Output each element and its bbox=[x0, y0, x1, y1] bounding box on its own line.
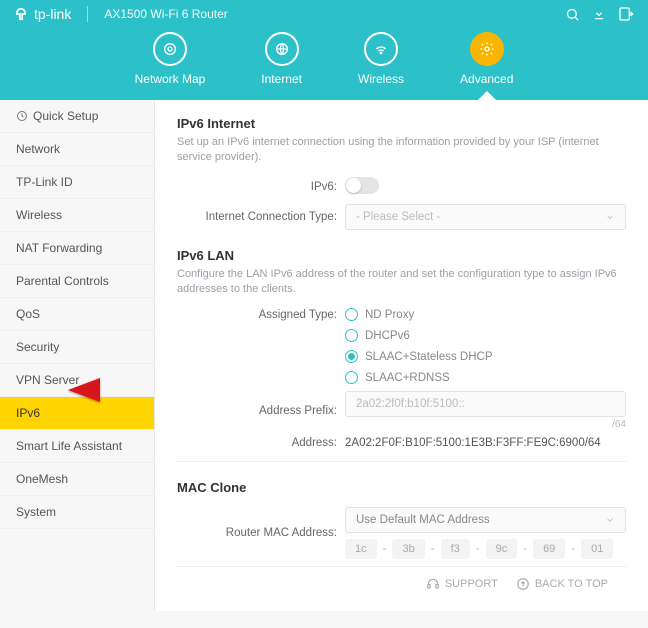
conn-type-label: Internet Connection Type: bbox=[177, 211, 345, 223]
main-nav: Network Map Internet Wireless Advanced bbox=[0, 28, 648, 100]
ipv6-toggle[interactable] bbox=[345, 177, 379, 194]
assigned-type-radios: ND Proxy DHCPv6 SLAAC+Stateless DHCP SLA… bbox=[345, 308, 626, 384]
back-to-top-button[interactable]: BACK TO TOP bbox=[516, 577, 608, 591]
clock-icon bbox=[16, 110, 28, 122]
mac-seg: 01 bbox=[581, 539, 613, 559]
nav-wireless[interactable]: Wireless bbox=[358, 32, 404, 86]
sidebar-item-network[interactable]: Network bbox=[0, 133, 154, 166]
brand-name: tp-link bbox=[34, 6, 71, 22]
nav-internet[interactable]: Internet bbox=[261, 32, 302, 86]
section-title: IPv6 Internet bbox=[177, 116, 626, 131]
prefix-label: Address Prefix: bbox=[177, 405, 345, 417]
sidebar-item-quick-setup[interactable]: Quick Setup bbox=[0, 100, 154, 133]
conn-type-select[interactable]: - Please Select - bbox=[345, 204, 626, 230]
section-desc: Configure the LAN IPv6 address of the ro… bbox=[177, 267, 626, 297]
section-ipv6-internet: IPv6 Internet Set up an IPv6 internet co… bbox=[177, 116, 626, 230]
radio-slaac-stateless[interactable]: SLAAC+Stateless DHCP bbox=[345, 350, 626, 363]
mac-segments: 1c- 3b- f3- 9c- 69- 01 bbox=[345, 539, 626, 559]
section-desc: Set up an IPv6 internet connection using… bbox=[177, 135, 626, 165]
address-value: 2A02:2F0F:B10F:5100:1E3B:F3FF:FE9C:6900/… bbox=[345, 437, 626, 449]
sidebar-item-tplink-id[interactable]: TP-Link ID bbox=[0, 166, 154, 199]
tplink-logo-icon bbox=[14, 7, 28, 21]
mac-label: Router MAC Address: bbox=[177, 527, 345, 539]
prefix-input[interactable]: 2a02:2f0f:b10f:5100:: bbox=[345, 391, 626, 417]
mac-seg: 3b bbox=[392, 539, 424, 559]
section-ipv6-lan: IPv6 LAN Configure the LAN IPv6 address … bbox=[177, 248, 626, 450]
address-label: Address: bbox=[177, 437, 345, 449]
sidebar-item-ipv6[interactable]: IPv6 bbox=[0, 397, 154, 430]
section-mac-clone: MAC Clone Router MAC Address: Use Defaul… bbox=[177, 480, 626, 559]
sidebar-item-onemesh[interactable]: OneMesh bbox=[0, 463, 154, 496]
support-button[interactable]: SUPPORT bbox=[426, 577, 498, 591]
sidebar-item-system[interactable]: System bbox=[0, 496, 154, 529]
brand: tp-link AX1500 Wi-Fi 6 Router bbox=[14, 6, 228, 22]
mac-select[interactable]: Use Default MAC Address bbox=[345, 507, 626, 533]
product-name: AX1500 Wi-Fi 6 Router bbox=[104, 7, 227, 21]
sidebar-item-vpn[interactable]: VPN Server bbox=[0, 364, 154, 397]
topbar: tp-link AX1500 Wi-Fi 6 Router Network Ma… bbox=[0, 0, 648, 100]
radio-slaac-rdnss[interactable]: SLAAC+RDNSS bbox=[345, 371, 626, 384]
chevron-down-icon bbox=[605, 515, 615, 525]
assigned-type-label: Assigned Type: bbox=[177, 308, 345, 321]
search-icon[interactable] bbox=[565, 7, 580, 22]
headset-icon bbox=[426, 577, 440, 591]
mac-seg: 69 bbox=[533, 539, 565, 559]
sidebar-item-smart-life[interactable]: Smart Life Assistant bbox=[0, 430, 154, 463]
arrow-up-icon bbox=[516, 577, 530, 591]
sidebar-item-nat[interactable]: NAT Forwarding bbox=[0, 232, 154, 265]
nav-network-map[interactable]: Network Map bbox=[135, 32, 206, 86]
sidebar-item-wireless[interactable]: Wireless bbox=[0, 199, 154, 232]
globe-icon bbox=[274, 41, 290, 57]
sidebar-item-security[interactable]: Security bbox=[0, 331, 154, 364]
sidebar-item-qos[interactable]: QoS bbox=[0, 298, 154, 331]
main-content: IPv6 Internet Set up an IPv6 internet co… bbox=[155, 100, 648, 611]
mac-seg: f3 bbox=[441, 539, 470, 559]
logout-icon[interactable] bbox=[618, 6, 634, 22]
sidebar: Quick Setup Network TP-Link ID Wireless … bbox=[0, 100, 155, 611]
chevron-down-icon bbox=[605, 212, 615, 222]
radio-nd-proxy[interactable]: ND Proxy bbox=[345, 308, 626, 321]
prefix-suffix: /64 bbox=[345, 419, 626, 430]
ipv6-toggle-label: IPv6: bbox=[177, 181, 345, 193]
section-title: MAC Clone bbox=[177, 480, 626, 495]
radio-dhcpv6[interactable]: DHCPv6 bbox=[345, 329, 626, 342]
footer: SUPPORT BACK TO TOP bbox=[177, 566, 626, 601]
section-title: IPv6 LAN bbox=[177, 248, 626, 263]
nav-advanced[interactable]: Advanced bbox=[460, 32, 513, 86]
sidebar-item-parental[interactable]: Parental Controls bbox=[0, 265, 154, 298]
mac-seg: 1c bbox=[345, 539, 377, 559]
wifi-icon bbox=[373, 41, 389, 57]
gear-icon bbox=[479, 41, 495, 57]
map-icon bbox=[162, 41, 178, 57]
download-icon[interactable] bbox=[592, 7, 606, 21]
mac-seg: 9c bbox=[486, 539, 518, 559]
